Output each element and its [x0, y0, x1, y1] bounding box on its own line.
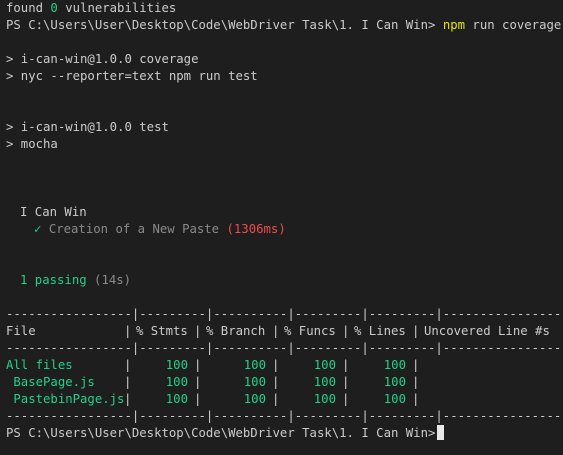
passing-count: 1 passing	[20, 273, 87, 287]
table-header-cell: Uncovered Line #s	[424, 324, 550, 338]
column-separator: |	[272, 392, 279, 406]
column-separator: |	[194, 324, 201, 338]
table-header-cell: % Lines	[354, 324, 406, 338]
column-separator: |	[342, 358, 349, 372]
table-cell-lines: 100	[383, 392, 406, 406]
table-cell-branch: 100	[243, 392, 266, 406]
column-separator: |	[272, 358, 279, 372]
column-separator: |	[194, 392, 201, 406]
table-cell-stmts: 100	[165, 392, 188, 406]
table-cell-file: All files	[6, 358, 73, 372]
column-separator: |	[342, 324, 349, 338]
suite-name: I Can Win	[20, 205, 87, 219]
test-result-line: ✓ Creation of a New Paste (1306ms)	[34, 221, 286, 238]
column-separator: |	[194, 375, 201, 389]
table-cell-branch: 100	[243, 375, 266, 389]
column-separator: |	[124, 392, 131, 406]
column-separator: |	[124, 375, 131, 389]
test-title: Creation of a New Paste	[48, 222, 220, 236]
table-cell-lines: 100	[383, 358, 406, 372]
table-cell-funcs: 100	[313, 358, 336, 372]
table-header-cell: % Branch	[206, 324, 266, 338]
table-cell-uncovered	[418, 391, 563, 408]
command-line: PS C:\Users\User\Desktop\Code\WebDriver …	[6, 17, 561, 34]
check-icon: ✓	[34, 222, 42, 236]
table-cell-file: BasePage.js	[6, 375, 95, 389]
final-prompt-path: PS C:\Users\User\Desktop\Code\WebDriver …	[6, 426, 436, 440]
column-separator: |	[342, 375, 349, 389]
column-separator: |	[412, 324, 419, 338]
table-cell-funcs: 100	[313, 375, 336, 389]
table-cell-stmts: 100	[165, 358, 188, 372]
column-separator: |	[272, 375, 279, 389]
table-header-cell: % Funcs	[284, 324, 336, 338]
audit-prefix: found	[6, 1, 51, 15]
command-args: run coverage	[465, 18, 562, 32]
table-divider-bottom: -----------------|---------|----------|-…	[6, 409, 563, 423]
column-separator: |	[412, 375, 419, 389]
table-divider-mid: -----------------|---------|----------|-…	[6, 341, 563, 355]
table-cell-file: PastebinPage.js	[6, 392, 124, 406]
column-separator: |	[124, 324, 131, 338]
coverage-cmd-line: > nyc --reporter=text npm run test	[6, 69, 258, 83]
table-cell-uncovered	[418, 357, 563, 374]
audit-suffix: vulnerabilities	[57, 1, 177, 15]
passing-duration: (14s)	[94, 273, 132, 287]
audit-line: found 0 vulnerabilities	[6, 0, 176, 17]
test-script-line: > i-can-win@1.0.0 test	[6, 120, 169, 134]
passing-summary: 1 passing (14s)	[20, 272, 131, 289]
column-separator: |	[194, 358, 201, 372]
table-cell-branch: 100	[243, 358, 266, 372]
test-duration: (1306ms)	[226, 222, 286, 236]
table-header-cell: File	[6, 324, 36, 338]
table-cell-lines: 100	[383, 375, 406, 389]
table-cell-funcs: 100	[313, 392, 336, 406]
final-prompt-line[interactable]: PS C:\Users\User\Desktop\Code\WebDriver …	[6, 425, 445, 442]
column-separator: |	[342, 392, 349, 406]
column-separator: |	[412, 358, 419, 372]
coverage-script-line: > i-can-win@1.0.0 coverage	[6, 52, 199, 66]
table-cell-stmts: 100	[165, 375, 188, 389]
column-separator: |	[412, 392, 419, 406]
cursor	[437, 425, 445, 440]
prompt-path: PS C:\Users\User\Desktop\Code\WebDriver …	[6, 18, 436, 32]
table-header-cell: % Stmts	[136, 324, 188, 338]
column-separator: |	[124, 358, 131, 372]
column-separator: |	[272, 324, 279, 338]
table-cell-uncovered	[418, 374, 563, 391]
vulnerability-count: 0	[50, 1, 58, 15]
table-divider-top: -----------------|---------|----------|-…	[6, 307, 563, 321]
command-bin: npm	[442, 18, 466, 32]
test-cmd-line: > mocha	[6, 137, 58, 151]
terminal-window[interactable]: found 0 vulnerabilities PS C:\Users\User…	[0, 0, 563, 455]
